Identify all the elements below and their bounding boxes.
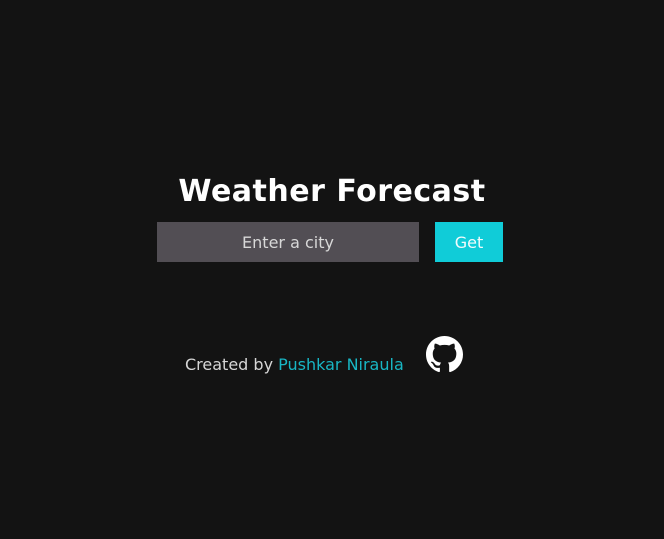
author-link[interactable]: Pushkar Niraula: [278, 355, 404, 374]
github-icon: [426, 336, 463, 373]
city-search-input[interactable]: [157, 222, 419, 262]
page-title: Weather Forecast: [178, 174, 486, 209]
github-link[interactable]: [426, 336, 463, 373]
get-button[interactable]: Get: [435, 222, 503, 262]
credits: Created by Pushkar Niraula: [185, 354, 404, 376]
created-by-label: Created by: [185, 355, 274, 374]
